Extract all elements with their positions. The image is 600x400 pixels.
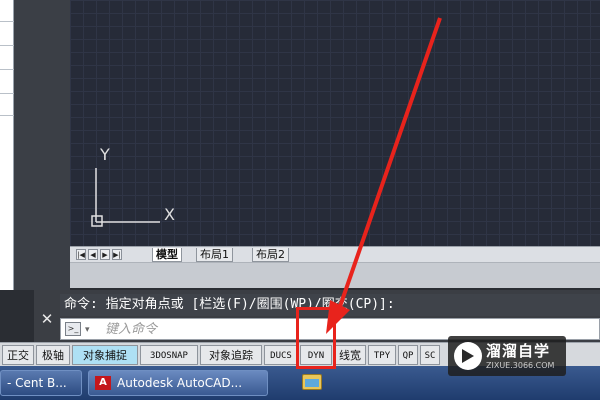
dyn-highlight-box: [296, 307, 336, 369]
next-tab-button[interactable]: ▶: [100, 249, 110, 260]
palette-cell[interactable]: [0, 22, 14, 46]
tab-layout1[interactable]: 布局1: [196, 248, 233, 262]
drawing-canvas[interactable]: Y X: [70, 0, 600, 246]
layout-tabs-bar: |◀ ◀ ▶ ▶| 模型 布局1 布局2: [70, 246, 600, 262]
play-logo-icon: [454, 342, 482, 370]
ortho-toggle[interactable]: 正交: [2, 345, 34, 365]
taskbar-item-cent[interactable]: - Cent B...: [0, 370, 82, 396]
chevron-down-icon[interactable]: ▾: [85, 321, 90, 339]
palette-cell[interactable]: [0, 94, 14, 116]
sc-toggle[interactable]: SC: [420, 345, 440, 365]
tpy-toggle[interactable]: TPY: [368, 345, 396, 365]
last-tab-button[interactable]: ▶|: [112, 249, 122, 260]
tab-layout2[interactable]: 布局2: [252, 248, 289, 262]
left-palette: [0, 0, 14, 290]
horizontal-scrollbar[interactable]: [70, 262, 600, 288]
watermark-title: 溜溜自学: [486, 342, 551, 360]
ducs-toggle[interactable]: DUCS: [264, 345, 298, 365]
taskbar-item-autocad-label: Autodesk AutoCAD...: [117, 376, 243, 390]
lineweight-toggle[interactable]: 线宽: [334, 345, 366, 365]
watermark: 溜溜自学 ZIXUE.3066.COM: [448, 336, 566, 376]
polar-toggle[interactable]: 极轴: [36, 345, 70, 365]
first-tab-button[interactable]: |◀: [76, 249, 86, 260]
prev-tab-button[interactable]: ◀: [88, 249, 98, 260]
ucs-y-label: Y: [99, 145, 110, 164]
close-icon[interactable]: ✕: [36, 300, 58, 338]
ucs-icon: Y X: [91, 145, 175, 227]
ucs-x-label: X: [164, 205, 175, 224]
tab-model[interactable]: 模型: [152, 248, 182, 262]
folder-icon[interactable]: [302, 374, 322, 390]
palette-cell[interactable]: [0, 0, 14, 22]
left-dock-background: [14, 0, 70, 290]
command-prompt-icon[interactable]: >_: [65, 322, 81, 336]
otrack-toggle[interactable]: 对象追踪: [200, 345, 262, 365]
palette-cell[interactable]: [0, 46, 14, 70]
palette-cell[interactable]: [0, 70, 14, 94]
osnap-toggle[interactable]: 对象捕捉: [72, 345, 138, 365]
watermark-url: ZIXUE.3066.COM: [486, 361, 555, 370]
3dosnap-toggle[interactable]: 3DOSNAP: [140, 345, 198, 365]
autocad-logo-icon: A: [95, 376, 111, 390]
taskbar-item-autocad[interactable]: A Autodesk AutoCAD...: [88, 370, 268, 396]
qp-toggle[interactable]: QP: [398, 345, 418, 365]
